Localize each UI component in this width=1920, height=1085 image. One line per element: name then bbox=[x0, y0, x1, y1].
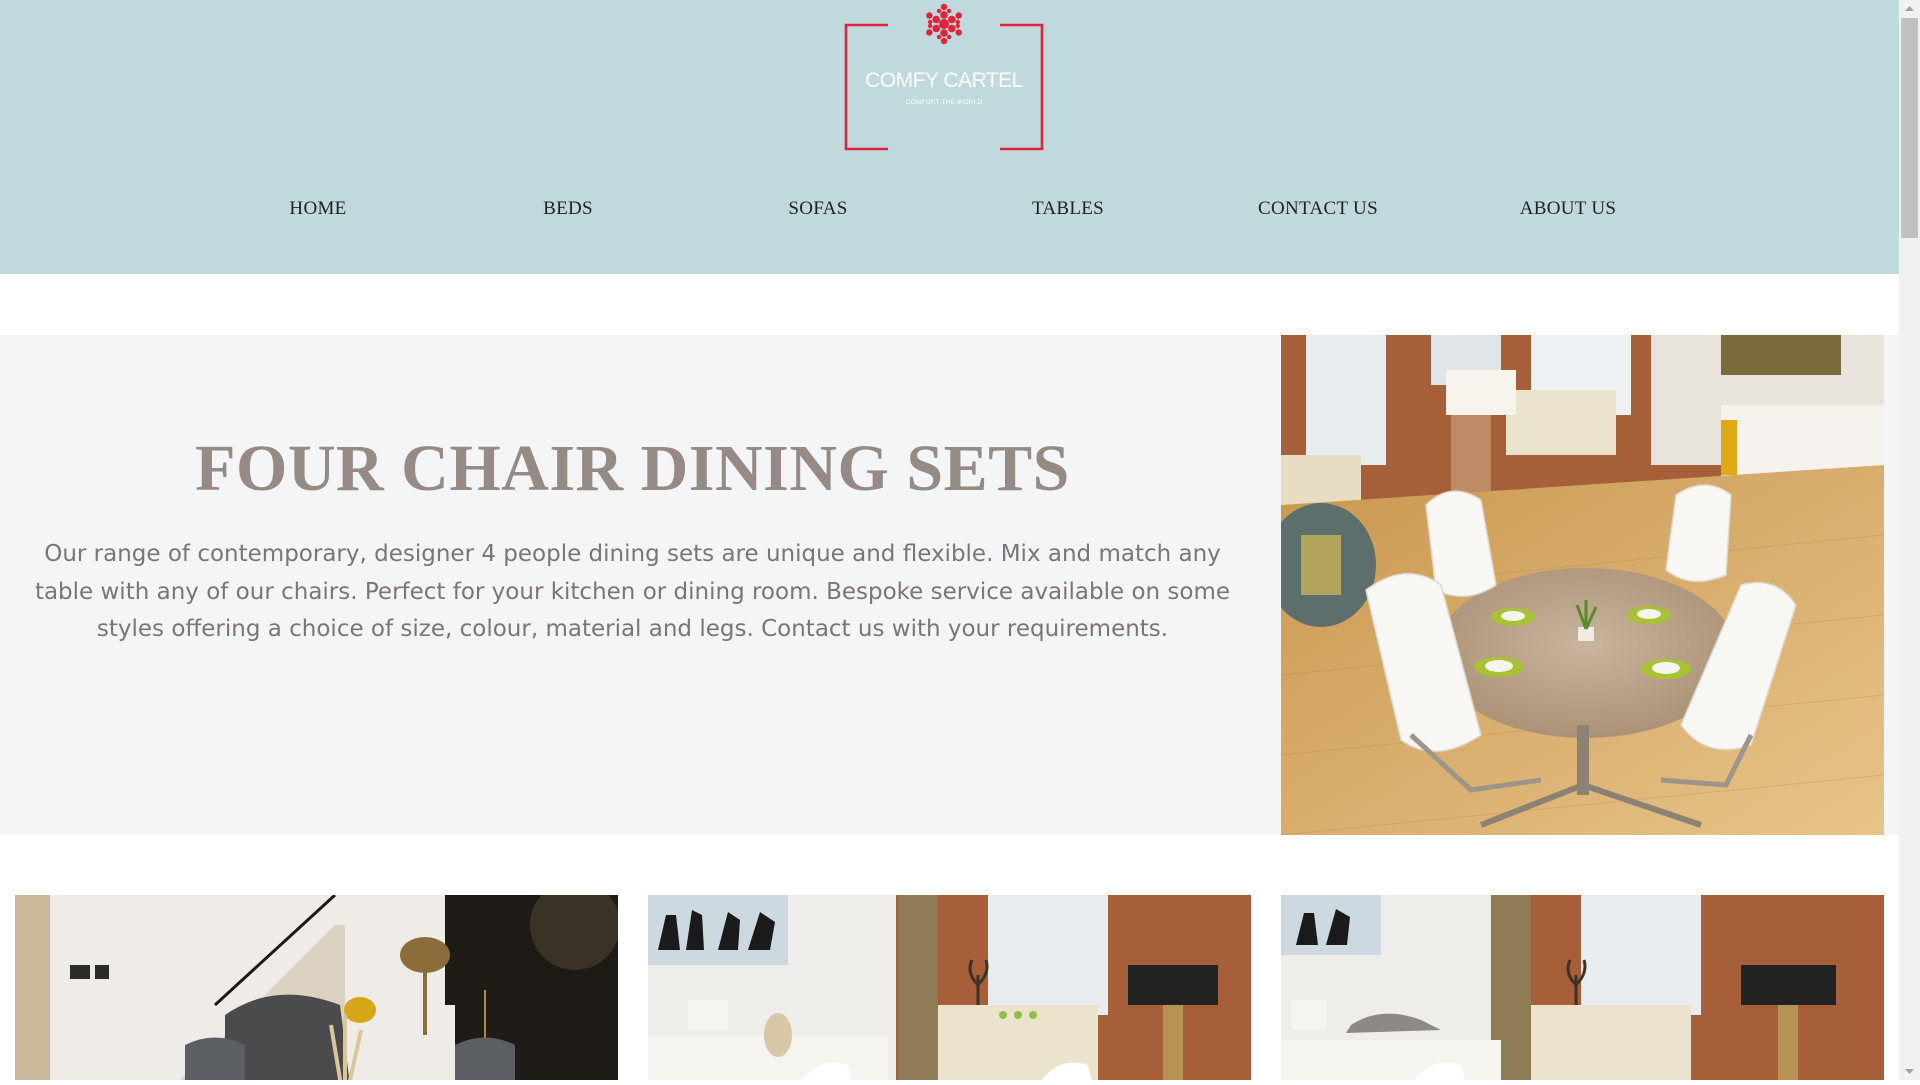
page: COMFY CARTEL COMFORT THE WORLD HOME BEDS… bbox=[0, 0, 1899, 1080]
page-scrollbar[interactable] bbox=[1899, 0, 1920, 1080]
gallery-image-living-room[interactable] bbox=[15, 895, 618, 1080]
nav-about-us-link[interactable]: ABOUT US bbox=[1468, 198, 1668, 220]
comfy-cartel-logo[interactable]: COMFY CARTEL COMFORT THE WORLD bbox=[844, 0, 1044, 152]
logo-brand-name: COMFY CARTEL bbox=[865, 69, 1023, 92]
nav-contact-us-link[interactable]: CONTACT US bbox=[1218, 198, 1418, 220]
scroll-down-arrow[interactable] bbox=[1899, 1063, 1920, 1080]
chevron-down-icon bbox=[1905, 1069, 1914, 1074]
hero-description: Our range of contemporary, designer 4 pe… bbox=[34, 541, 1231, 642]
site-header: COMFY CARTEL COMFORT THE WORLD HOME BEDS… bbox=[0, 0, 1899, 274]
chevron-up-icon bbox=[1905, 6, 1914, 11]
nav-home-link[interactable]: HOME bbox=[218, 198, 418, 220]
snowflake-icon bbox=[926, 3, 962, 45]
scroll-thumb[interactable] bbox=[1901, 18, 1918, 238]
main-nav: HOME BEDS SOFAS TABLES CONTACT US ABOUT … bbox=[0, 198, 1899, 228]
logo-tagline: COMFORT THE WORLD bbox=[906, 99, 983, 106]
nav-tables-link[interactable]: TABLES bbox=[968, 198, 1168, 220]
gallery-image-dining-room-panther[interactable] bbox=[1281, 895, 1884, 1080]
product-gallery bbox=[0, 895, 1899, 1080]
page-title: FOUR CHAIR DINING SETS bbox=[195, 432, 1070, 505]
scroll-up-arrow[interactable] bbox=[1899, 0, 1920, 17]
nav-beds-link[interactable]: BEDS bbox=[468, 198, 668, 220]
gallery-image-dining-room-white[interactable] bbox=[648, 895, 1251, 1080]
nav-sofas-link[interactable]: SOFAS bbox=[718, 198, 918, 220]
hero-section: FOUR CHAIR DINING SETS Our range of cont… bbox=[0, 335, 1899, 835]
dining-set-photo bbox=[1281, 335, 1884, 835]
